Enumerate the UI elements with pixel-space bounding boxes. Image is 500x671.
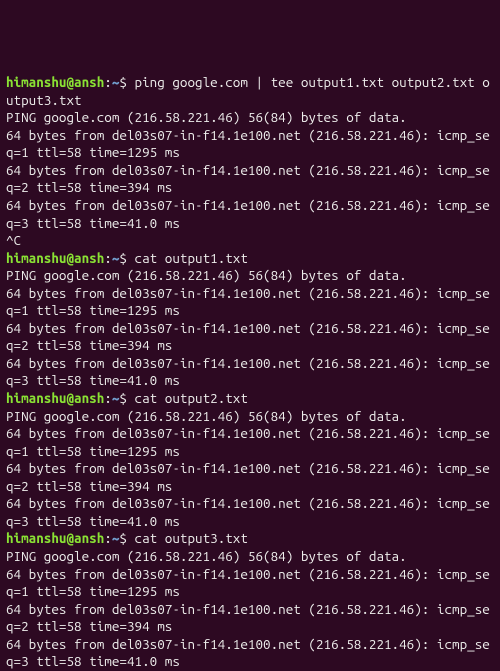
prompt-userhost: himanshu@ansh [6,390,104,406]
ping-header: PING google.com (216.58.221.46) 56(84) b… [6,548,407,564]
ping-reply-line: 64 bytes from del03s07-in-f14.1e100.net … [6,162,490,196]
ping-reply-line: 64 bytes from del03s07-in-f14.1e100.net … [6,197,490,231]
terminal-line: himanshu@ansh:~$ cat output2.txt [6,390,248,406]
terminal-line: himanshu@ansh:~$ ping google.com | tee o… [6,74,490,108]
ping-reply-line: 64 bytes from del03s07-in-f14.1e100.net … [6,355,490,389]
prompt-userhost: himanshu@ansh [6,74,104,90]
ping-reply-line: 64 bytes from del03s07-in-f14.1e100.net … [6,601,490,635]
ping-reply-line: 64 bytes from del03s07-in-f14.1e100.net … [6,460,490,494]
terminal-line: himanshu@ansh:~$ cat output1.txt [6,250,248,266]
terminal-line: himanshu@ansh:~$ cat output3.txt [6,530,248,546]
interrupt-signal: ^C [6,232,21,248]
ping-header: PING google.com (216.58.221.46) 56(84) b… [6,109,407,125]
command-input[interactable]: cat output3.txt [135,530,248,546]
prompt-path: ~ [112,530,120,546]
prompt-sep: : [104,74,112,90]
command-input[interactable]: cat output2.txt [135,390,248,406]
prompt-userhost: himanshu@ansh [6,250,104,266]
prompt-sigil: $ [119,390,134,406]
ping-header: PING google.com (216.58.221.46) 56(84) b… [6,267,407,283]
prompt-sep: : [104,390,112,406]
prompt-sigil: $ [119,250,134,266]
ping-reply-line: 64 bytes from del03s07-in-f14.1e100.net … [6,495,490,529]
ping-reply-line: 64 bytes from del03s07-in-f14.1e100.net … [6,320,490,354]
prompt-sep: : [104,250,112,266]
prompt-sep: : [104,530,112,546]
ping-reply-line: 64 bytes from del03s07-in-f14.1e100.net … [6,127,490,161]
prompt-userhost: himanshu@ansh [6,530,104,546]
prompt-sigil: $ [119,530,134,546]
ping-header: PING google.com (216.58.221.46) 56(84) b… [6,408,407,424]
prompt-sigil: $ [119,74,134,90]
ping-reply-line: 64 bytes from del03s07-in-f14.1e100.net … [6,566,490,600]
ping-reply-line: 64 bytes from del03s07-in-f14.1e100.net … [6,425,490,459]
command-input[interactable]: cat output1.txt [135,250,248,266]
ping-reply-line: 64 bytes from del03s07-in-f14.1e100.net … [6,285,490,319]
ping-reply-line: 64 bytes from del03s07-in-f14.1e100.net … [6,636,490,670]
